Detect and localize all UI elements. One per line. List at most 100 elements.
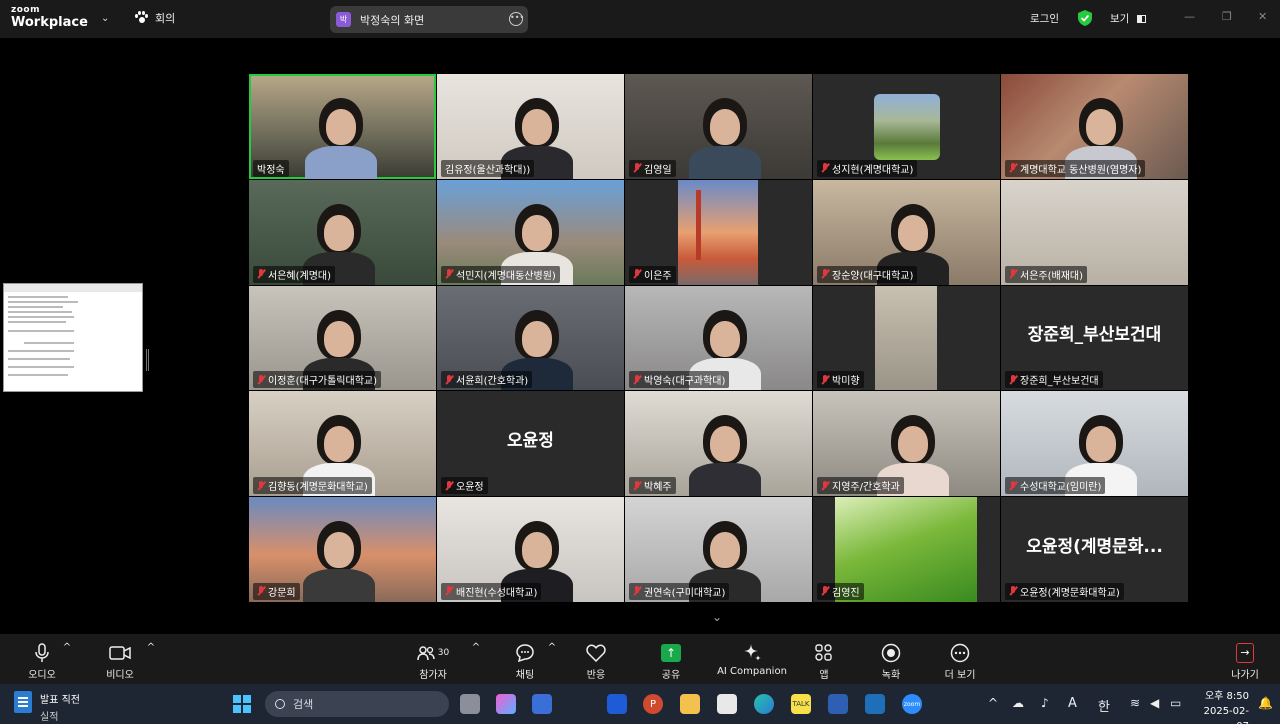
share-screen-button[interactable]: ↑ 공유 xyxy=(636,642,706,681)
video-tile[interactable]: 박정숙 xyxy=(249,74,436,179)
participant-video xyxy=(685,413,765,497)
zoom-app-icon[interactable]: zoom xyxy=(902,694,922,714)
logo-line1: zoom xyxy=(11,5,40,15)
profile-picture xyxy=(874,94,940,160)
leave-button[interactable]: → 나가기 xyxy=(1210,642,1280,681)
more-options-icon[interactable]: ••• xyxy=(509,12,524,26)
video-tile[interactable]: 계명대학교 동산병원(염명자) xyxy=(1001,74,1188,179)
system-clock[interactable]: 오후 8:50 2025-02-07 xyxy=(1197,689,1249,724)
video-tile[interactable]: 석민지(계명대동산병원) xyxy=(437,179,624,285)
file-explorer-icon[interactable] xyxy=(680,694,700,714)
network-status-icon[interactable]: ☁ xyxy=(1012,696,1024,710)
shared-screen-thumbnail[interactable] xyxy=(3,283,143,392)
video-tile[interactable]: 장준희_부산보건대 장준희_부산보건대 xyxy=(1001,285,1188,391)
video-tile[interactable]: 지영주/간호학과 xyxy=(813,391,1000,497)
video-tile[interactable]: 김유정(울산과학대)) xyxy=(437,74,624,179)
participant-name: 박영숙(대구과학대) xyxy=(644,376,726,388)
blue-app-icon[interactable] xyxy=(865,694,885,714)
powerpoint-icon[interactable]: P xyxy=(643,694,663,714)
ime-letter[interactable]: A xyxy=(1068,696,1077,711)
participant-name: 장순양(대구대학교) xyxy=(832,270,914,282)
participant-name: 성지현(계명대학교) xyxy=(832,164,914,176)
video-tile[interactable]: 오윤정 오윤정 xyxy=(437,391,624,497)
edge-icon[interactable] xyxy=(754,694,774,714)
participant-name: 계명대학교 동산병원(염명자) xyxy=(1020,164,1142,176)
panel-resize-handle[interactable] xyxy=(146,349,149,371)
battery-icon[interactable]: ▭ xyxy=(1170,696,1181,710)
participant-name-label: 서은혜(계명대) xyxy=(253,265,336,283)
video-tile[interactable]: 서은주(배재대) xyxy=(1001,179,1188,285)
tray-expand-icon[interactable]: ^ xyxy=(988,696,998,710)
view-button[interactable]: 보기 xyxy=(1110,11,1146,26)
mic-muted-icon xyxy=(821,269,829,279)
minimize-button[interactable]: — xyxy=(1184,10,1195,23)
video-tile[interactable]: 서은혜(계명대) xyxy=(249,179,436,285)
more-button[interactable]: 더 보기 xyxy=(925,642,995,681)
apps-button[interactable]: 앱 xyxy=(789,642,859,681)
close-button[interactable]: ✕ xyxy=(1258,10,1267,23)
kakaotalk-icon[interactable]: TALK xyxy=(791,694,811,714)
store-icon[interactable] xyxy=(532,694,552,714)
microphone-tray-icon[interactable]: ♪ xyxy=(1041,696,1049,710)
mic-muted-icon xyxy=(445,374,453,385)
shield-check-icon[interactable] xyxy=(1078,10,1092,26)
mic-muted-icon xyxy=(257,586,265,596)
video-tile[interactable]: 장순양(대구대학교) xyxy=(813,179,1000,285)
video-tile[interactable]: 성지현(계명대학교) xyxy=(813,74,1000,179)
taskbar-search[interactable]: 검색 xyxy=(265,691,449,717)
taskbar-app-widget[interactable]: 발표 직전 실적 xyxy=(14,691,80,723)
ime-hangul[interactable]: 한 xyxy=(1098,696,1110,715)
participant-name-label: 계명대학교 동산병원(염명자) xyxy=(1005,159,1146,177)
record-button[interactable]: 녹화 xyxy=(856,642,926,681)
video-tile[interactable]: 수성대학교(임미란) xyxy=(1001,391,1188,497)
chevron-down-icon[interactable]: ⌄ xyxy=(101,13,109,24)
meeting-label: 회의 xyxy=(155,12,176,25)
wifi-icon[interactable]: ≋ xyxy=(1130,696,1140,710)
video-options-caret[interactable]: ^ xyxy=(116,642,186,653)
screen-share-indicator[interactable]: 박 박정숙의 화면 ••• xyxy=(330,6,528,33)
video-tile[interactable]: 오윤정(계명문화... 오윤정(계명문화대학교) xyxy=(1001,497,1188,602)
video-tile[interactable]: 김영일 xyxy=(625,74,812,179)
teams-icon[interactable] xyxy=(607,694,627,714)
ai-companion-button[interactable]: AI Companion xyxy=(710,642,794,677)
video-label: 비디오 xyxy=(106,670,134,681)
notepad-icon[interactable] xyxy=(717,694,737,714)
meeting-menu-button[interactable]: 회의 xyxy=(134,10,175,26)
video-tile[interactable]: 박미향 xyxy=(813,285,1000,391)
notification-icon[interactable]: 🔔 xyxy=(1258,696,1273,710)
video-tile[interactable]: 이정훈(대구가톨릭대학교) xyxy=(249,285,436,391)
restore-button[interactable]: ❐ xyxy=(1222,10,1232,23)
copilot-icon[interactable] xyxy=(496,694,516,714)
meeting-toolbar: 오디오 ^ 비디오 ^ 30 참가자 ^ 채팅 ^ 반응 ↑ 공유 AI Com… xyxy=(0,634,1280,684)
participant-name-label: 이정훈(대구가톨릭대학교) xyxy=(253,371,382,389)
reactions-label: 반응 xyxy=(586,670,606,681)
video-tile[interactable]: 서윤희(간호학과) xyxy=(437,285,624,391)
video-tile[interactable]: 박혜주 xyxy=(625,391,812,497)
view-label: 보기 xyxy=(1110,13,1130,25)
login-button[interactable]: 로그인 xyxy=(1030,11,1059,26)
participant-name: 강문희 xyxy=(268,587,296,599)
video-tile[interactable]: 박영숙(대구과학대) xyxy=(625,285,812,391)
mic-muted-icon xyxy=(445,480,453,491)
mic-muted-icon xyxy=(1009,480,1017,491)
zoom-logo[interactable]: zoom Workplace xyxy=(11,5,88,30)
participant-name-label: 서윤희(간호학과) xyxy=(441,371,533,389)
mic-muted-icon xyxy=(1009,269,1017,279)
windows-start-icon[interactable] xyxy=(233,695,251,713)
reactions-button[interactable]: 반응 xyxy=(561,642,631,681)
task-view-icon[interactable] xyxy=(460,694,480,714)
video-tile[interactable]: 배진현(수성대학교) xyxy=(437,497,624,602)
participant-name: 김영일 xyxy=(644,164,672,176)
participant-name-label: 성지현(계명대학교) xyxy=(817,159,918,177)
participant-name: 서윤희(간호학과) xyxy=(456,376,529,388)
participant-name: 지영주/간호학과 xyxy=(832,482,900,494)
video-tile[interactable]: 이은주 xyxy=(625,179,812,285)
upload-app-icon[interactable] xyxy=(828,694,848,714)
video-tile[interactable]: 김향동(계명문화대학교) xyxy=(249,391,436,497)
participant-video xyxy=(301,96,381,179)
video-tile[interactable]: 강문희 xyxy=(249,497,436,602)
video-tile[interactable]: 권연숙(구미대학교) xyxy=(625,497,812,602)
video-tile[interactable]: 김영진 xyxy=(813,497,1000,602)
chevron-down-icon[interactable]: ⌄ xyxy=(712,610,722,624)
volume-icon[interactable]: ◀ xyxy=(1150,696,1159,710)
